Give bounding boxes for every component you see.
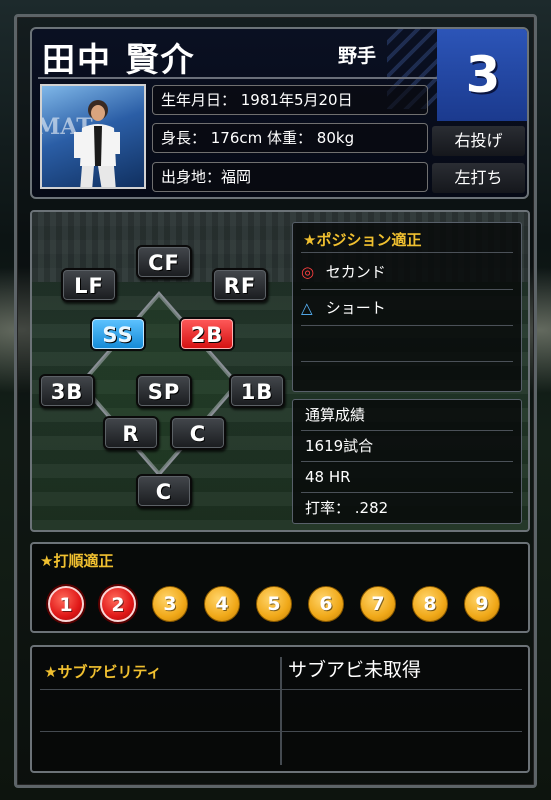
triangle-icon: △	[301, 299, 313, 317]
batting-order-slot-8: 8	[412, 586, 448, 622]
batting-order-slot-4: 4	[204, 586, 240, 622]
sub-ability-row-line	[40, 689, 522, 690]
batting-order-slot-6: 6	[308, 586, 344, 622]
aptitude-item-label: セカンド	[325, 263, 386, 281]
aptitude-item: △ ショート	[301, 290, 513, 326]
position-3b-button[interactable]: 3B	[39, 374, 95, 408]
record-home-runs: 48 HR	[301, 462, 513, 493]
body-field: 身長： 176cm 体重： 80kg	[152, 123, 428, 153]
sub-ability-title: ★サブアビリティ	[44, 663, 162, 681]
sub-ability-row-line	[40, 731, 522, 732]
position-ss-button[interactable]: SS	[90, 317, 146, 351]
hometown-field: 出身地：福岡	[152, 162, 428, 192]
sub-ability-panel: ★サブアビリティ サブアビ未取得	[30, 645, 530, 773]
player-role: 野手	[338, 45, 377, 67]
batting-order-title: ★打順適正	[40, 552, 114, 570]
batting-order-slot-3: 3	[152, 586, 188, 622]
record-batting-average: 打率： .282	[305, 499, 389, 517]
aptitude-empty-row	[301, 326, 513, 362]
player-silhouette-icon	[74, 100, 120, 187]
position-sp-button[interactable]: SP	[136, 374, 192, 408]
player-name: 田中 賢介	[42, 40, 196, 79]
throws-label: 右投げ	[432, 126, 525, 156]
record-title: 通算成績	[301, 400, 513, 431]
aptitude-item-label: ショート	[325, 299, 386, 317]
sub-ability-status: サブアビ未取得	[288, 659, 422, 681]
bats-label: 左打ち	[432, 163, 525, 193]
position-lf-button[interactable]: LF	[61, 268, 117, 302]
uniform-number: 3	[465, 46, 501, 104]
record-games: 1619試合	[301, 431, 513, 462]
batting-order-slot-7: 7	[360, 586, 396, 622]
position-aptitude-panel: ★ポジション適正 ◎ セカンド △ ショート	[292, 222, 522, 392]
position-rp-button[interactable]: R	[103, 416, 159, 450]
position-1b-button[interactable]: 1B	[229, 374, 285, 408]
uniform-number-box: 3	[437, 29, 527, 121]
name-underline	[38, 77, 438, 79]
birthdate-field: 生年月日： 1981年5月20日	[152, 85, 428, 115]
player-photo: MAT	[40, 84, 146, 189]
position-cf-button[interactable]: CF	[136, 245, 192, 279]
player-header: 田中 賢介 野手 3 MAT 生年月日： 1981年5月20日 身長： 176c…	[30, 27, 529, 199]
aptitude-header-divider	[301, 223, 513, 253]
batting-order-slot-5: 5	[256, 586, 292, 622]
position-closer-button[interactable]: C	[170, 416, 226, 450]
sub-ability-divider	[280, 657, 282, 765]
batting-order-slot-1: 1	[48, 586, 84, 622]
position-2b-button[interactable]: 2B	[179, 317, 235, 351]
batting-order-slot-9: 9	[464, 586, 500, 622]
double-circle-icon: ◎	[301, 263, 315, 281]
batting-order-panel: ★打順適正 123456789	[30, 542, 530, 633]
aptitude-item: ◎ セカンド	[301, 254, 513, 290]
position-catcher-button[interactable]: C	[136, 474, 192, 508]
batting-order-slot-2: 2	[100, 586, 136, 622]
career-record-panel: 通算成績 1619試合 48 HR 打率： .282	[292, 399, 522, 524]
position-rf-button[interactable]: RF	[212, 268, 268, 302]
